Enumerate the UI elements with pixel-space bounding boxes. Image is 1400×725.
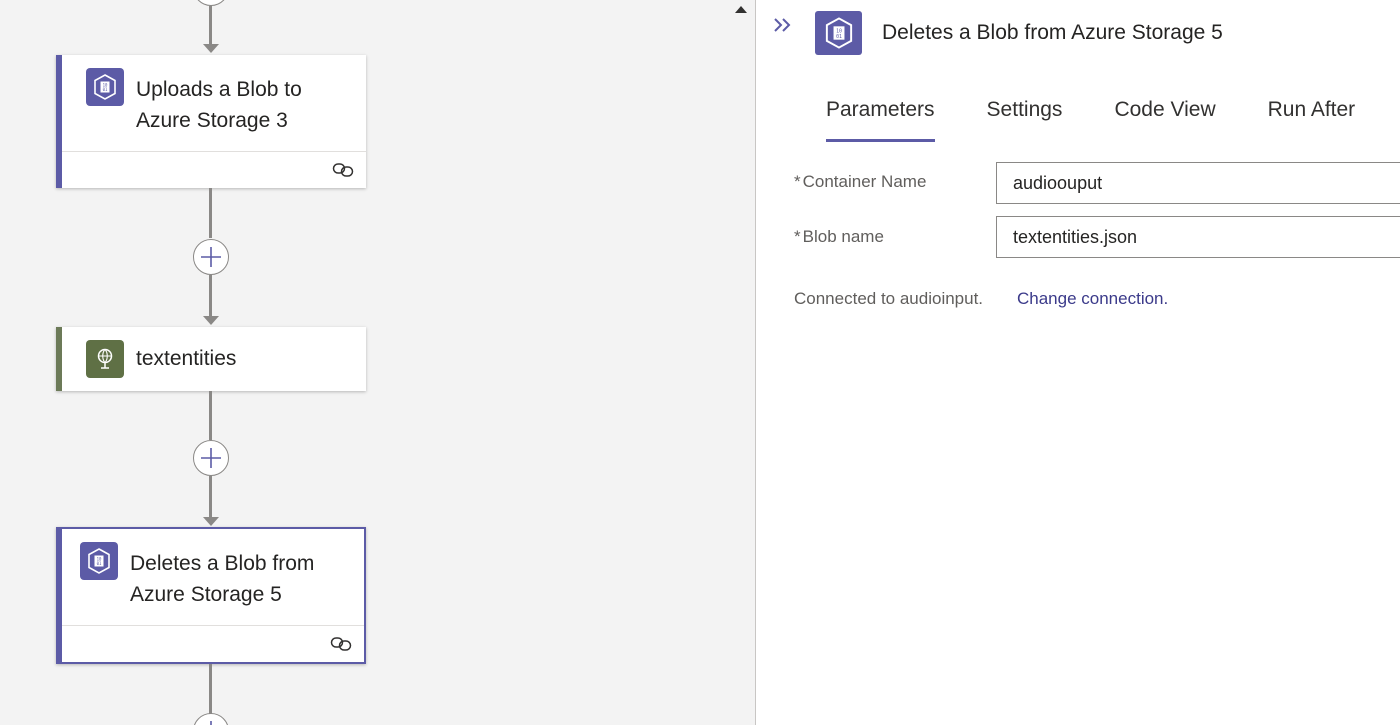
connector-line — [209, 6, 212, 44]
action-card-title: Deletes a Blob from Azure Storage 5 — [130, 552, 315, 606]
link-icon[interactable] — [330, 635, 352, 653]
svg-text:01: 01 — [97, 561, 102, 566]
required-mark: * — [794, 227, 801, 246]
scroll-up-arrow[interactable] — [735, 6, 747, 13]
plus-icon — [201, 247, 221, 267]
connector-line — [209, 275, 212, 316]
container-name-label: * Container Name — [794, 172, 926, 192]
action-details-panel: 10 01 Deletes a Blob from Azure Storage … — [755, 0, 1400, 725]
field-label-text: Container Name — [802, 172, 927, 191]
action-card-title: textentities — [136, 347, 237, 370]
connector-arrow — [203, 316, 219, 325]
double-chevron-right-icon[interactable] — [772, 14, 794, 36]
plus-icon — [210, 721, 212, 725]
action-card-textentities[interactable]: textentities — [56, 327, 366, 391]
panel-title[interactable]: Deletes a Blob from Azure Storage 5 — [882, 21, 1223, 45]
field-label-text: Blob name — [802, 227, 884, 246]
azure-blob-storage-icon: 10 01 — [86, 68, 124, 106]
designer-canvas[interactable]: 10 01 Uploads a Blob to Azure Storage 3 — [0, 0, 755, 725]
action-card-delete-blob[interactable]: 10 01 Deletes a Blob from Azure Storage … — [56, 527, 366, 664]
connector-arrow — [203, 517, 219, 526]
plus-icon — [201, 448, 221, 468]
connection-status: Connected to audioinput. — [794, 289, 984, 308]
add-step-button[interactable] — [193, 440, 229, 476]
svg-text:01: 01 — [103, 87, 108, 92]
blob-name-input[interactable]: textentities.json — [996, 216, 1400, 258]
add-step-button[interactable] — [193, 239, 229, 275]
tab-parameters[interactable]: Parameters — [804, 96, 957, 142]
connector-line — [209, 476, 212, 517]
container-name-input[interactable]: audioouput — [996, 162, 1400, 204]
tab-settings[interactable]: Settings — [965, 96, 1085, 142]
connector-arrow — [203, 44, 219, 53]
panel-tabs: Parameters Settings Code View Run After — [804, 96, 1385, 142]
blob-name-label: * Blob name — [794, 227, 884, 247]
tab-run-after[interactable]: Run After — [1246, 96, 1378, 142]
azure-blob-storage-icon: 10 01 — [815, 11, 862, 55]
action-card-title: Uploads a Blob to Azure Storage 3 — [136, 78, 302, 132]
change-connection-link[interactable]: Change connection. — [1017, 289, 1168, 309]
azure-blob-storage-icon: 10 01 — [80, 542, 118, 580]
action-card-upload-blob[interactable]: 10 01 Uploads a Blob to Azure Storage 3 — [56, 55, 366, 188]
svg-text:01: 01 — [836, 34, 842, 40]
tab-code-view[interactable]: Code View — [1092, 96, 1237, 142]
required-mark: * — [794, 172, 801, 191]
globe-variable-icon — [86, 340, 124, 378]
connector-line — [209, 188, 212, 238]
connector-line — [209, 664, 212, 714]
link-icon[interactable] — [332, 161, 354, 179]
add-step-button[interactable] — [193, 713, 229, 725]
connector-line — [209, 391, 212, 440]
